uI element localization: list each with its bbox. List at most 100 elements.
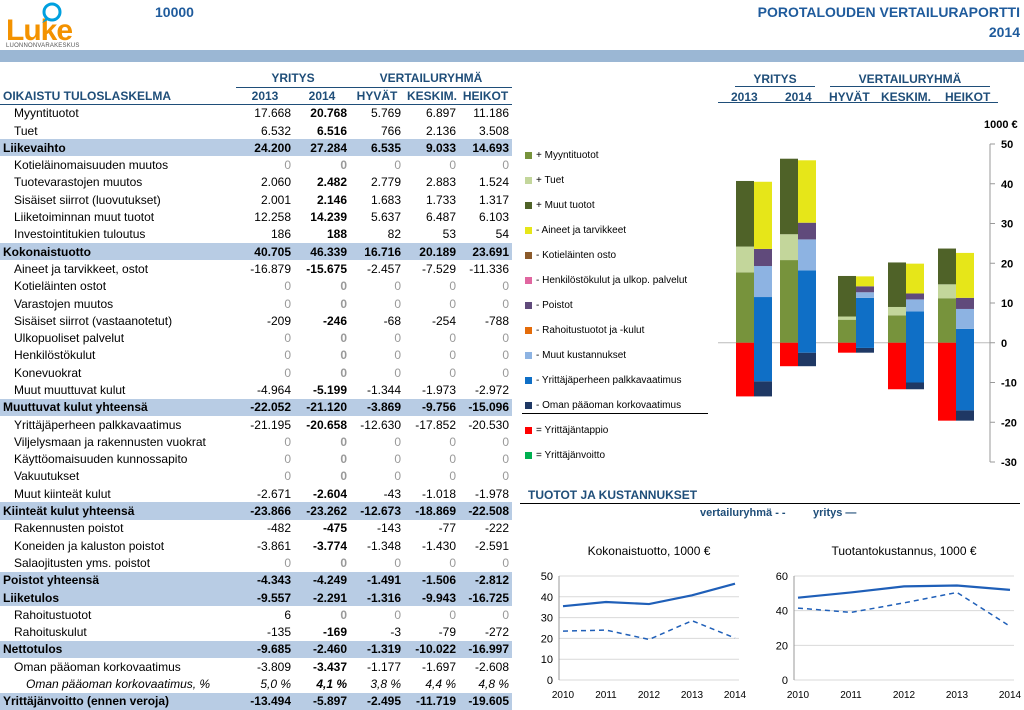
row-label: Salaojitusten yms. poistot (14, 555, 151, 570)
legend-item: - Rahoitustuotot ja -kulut (525, 325, 644, 336)
row-label: Nettotulos (0, 640, 236, 659)
row-label: Myyntituotot (14, 106, 79, 121)
logo-subtitle: LUONNONVARAKESKUS (6, 43, 80, 49)
bar-group-ref: VERTAILURYHMÄ (830, 72, 990, 87)
cell-value: -135 (266, 625, 291, 640)
bar-segment (888, 262, 906, 307)
legend-company-label: yritys — (813, 507, 857, 519)
header-band (0, 50, 1024, 62)
bar-segment (956, 252, 974, 298)
row-label: Konevuokrat (14, 365, 82, 380)
bar-segment (798, 239, 816, 271)
cell-value: 0 (340, 607, 347, 622)
cell-value: 17.668 (254, 106, 291, 121)
cell-value: -272 (484, 625, 510, 640)
legend-item: - Poistot (525, 300, 573, 311)
cell-value: -3.809 (256, 659, 291, 674)
cell-value: 0 (340, 348, 347, 363)
bar-segment (754, 381, 772, 397)
cell-value: 0 (284, 452, 291, 467)
table-row: Vakuutukset 0 0 0 0 0 (0, 468, 512, 485)
cell-value: 4,4 % (425, 677, 456, 692)
cell-value: -475 (322, 521, 347, 536)
cell-value: -2.457 (366, 261, 401, 276)
bar-segment (856, 286, 874, 293)
cell-value: 6.535 (350, 139, 404, 157)
cell-value: -77 (438, 521, 456, 536)
cell-value: 0 (284, 279, 291, 294)
cell-value: 23.691 (459, 242, 513, 261)
table-title: OIKAISTU TULOSLASKELMA (0, 87, 236, 106)
tuotantokustannus-line-chart: Tuotantokustannus, 1000 € 0 20 40 60 2010 2011… (776, 544, 1022, 701)
bar-segment (838, 275, 856, 317)
cell-value: 27.284 (294, 139, 350, 157)
x-tick-label: 2013 (681, 690, 704, 701)
cell-value: -22.052 (236, 398, 294, 416)
legend-label: = Yrittäjänvoitto (536, 450, 606, 461)
bar-segment (888, 342, 906, 390)
cell-value: 14.693 (459, 139, 513, 157)
table-row: Konevuokrat 0 0 0 0 0 (0, 364, 512, 381)
cell-value: -2.812 (459, 571, 513, 589)
cell-value: 6.532 (260, 123, 291, 138)
legend-label: - Aineet ja tarvikkeet (536, 225, 627, 236)
bar-segment (956, 328, 974, 411)
cell-value: -21.120 (294, 398, 350, 416)
cell-value: 24.200 (236, 139, 294, 157)
legend-swatch (525, 252, 532, 259)
legend-item: + Myyntituotot (525, 150, 599, 161)
income-statement-table: YRITYS VERTAILURYHMÄ OIKAISTU TULOSLASKE… (0, 70, 513, 710)
bar-segment (780, 342, 798, 367)
bar-col-header: 2013 (731, 90, 758, 104)
legend-swatch (525, 177, 532, 184)
cell-value: 5.637 (370, 210, 401, 225)
legend-ref-label: vertailuryhmä - - (700, 507, 786, 519)
line-chart-title: Tuotantokustannus, 1000 € (832, 544, 977, 558)
table-row: Aineet ja tarvikkeet, ostot -16.879 -15.67… (0, 260, 512, 277)
report-title: POROTALOUDEN VERTAILURAPORTTI (757, 4, 1020, 20)
cell-value: 0 (502, 469, 510, 484)
cell-value: -2.671 (256, 486, 291, 501)
cell-value: -2.591 (474, 538, 510, 553)
col-header: KESKIM. (404, 87, 459, 106)
cell-value: 46.339 (294, 242, 350, 261)
cell-value: 54 (495, 227, 510, 242)
cell-value: -9.685 (236, 640, 294, 659)
cell-value: -23.262 (294, 502, 350, 520)
cell-value: 0 (284, 331, 291, 346)
y-tick-label: 20 (541, 633, 553, 645)
bar-segment (888, 306, 906, 316)
table-row: Tuotevarastojen muutos 2.060 2.482 2.779 2.8… (0, 174, 512, 191)
report-year: 2014 (988, 24, 1020, 40)
y-tick-label: 50 (541, 571, 553, 583)
legend-swatch (525, 377, 532, 384)
table-row: Rahoitustuotot 6 0 0 0 0 (0, 606, 512, 623)
cell-value: 0 (394, 607, 401, 622)
legend-item: + Tuet (525, 175, 564, 186)
row-label: Varastojen muutos (14, 296, 114, 311)
stacked-bar-chart: 50 40 30 20 10 0 -10 -20 -30 (718, 139, 1017, 469)
cell-value: -15.675 (306, 261, 347, 276)
cell-value: -16.997 (459, 640, 513, 659)
y-tick-label: -20 (1001, 417, 1017, 429)
legend-swatch (525, 152, 532, 159)
y-tick-label: 20 (1001, 258, 1013, 270)
cell-value: -5.897 (294, 692, 350, 710)
table-sum-row: Muuttuvat kulut yhteensä -22.052 -21.120 -3… (0, 398, 513, 416)
legend-item: - Henkilöstökulut ja ulkop. palvelut (525, 275, 687, 286)
cell-value: -2.604 (312, 486, 347, 501)
cell-value: 0 (394, 452, 401, 467)
bar-segment (780, 158, 798, 235)
cell-value: -169 (322, 625, 347, 640)
col-header: HYVÄT (350, 87, 404, 106)
legend-swatch (525, 227, 532, 234)
y-tick-label: 0 (1001, 338, 1007, 350)
legend-swatch (525, 402, 532, 409)
cell-value: -143 (376, 521, 401, 536)
cell-value: -2.460 (294, 640, 350, 659)
cell-value: 16.716 (350, 242, 404, 261)
table-row: Muut kiinteät kulut -2.671 -2.604 -43 -1.018… (0, 485, 512, 502)
y-tick-label: 0 (547, 675, 553, 687)
table-row: Muut muuttuvat kulut -4.964 -5.199 -1.344 -1… (0, 381, 512, 398)
table-row: Oman pääoman korkovaatimus, % 5,0 % 4,1 % 3… (0, 675, 512, 692)
